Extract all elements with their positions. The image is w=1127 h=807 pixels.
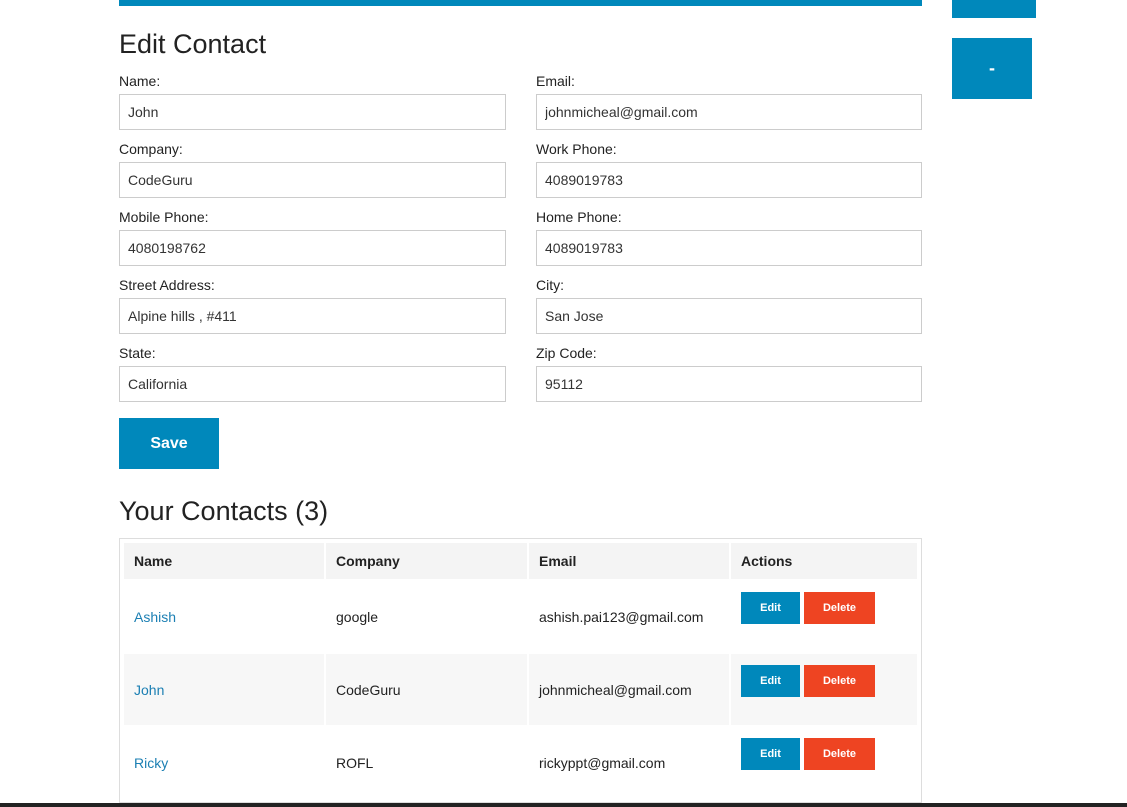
side-top-button[interactable] bbox=[952, 0, 1036, 18]
cell-name: Ashish bbox=[124, 581, 324, 652]
street-address-input[interactable] bbox=[119, 298, 506, 334]
email-label: Email: bbox=[536, 73, 575, 89]
home-phone-input[interactable] bbox=[536, 230, 922, 266]
street-address-label: Street Address: bbox=[119, 277, 215, 293]
contact-name-link[interactable]: John bbox=[134, 682, 164, 698]
table-row: John CodeGuru johnmicheal@gmail.com Edit… bbox=[124, 654, 917, 725]
cell-name: Ricky bbox=[124, 727, 324, 798]
company-field-group: Company: bbox=[119, 140, 506, 198]
cell-email: rickyppt@gmail.com bbox=[539, 754, 666, 771]
table-row: Ashish google ashish.pai123@gmail.com Ed… bbox=[124, 581, 917, 652]
home-phone-field-group: Home Phone: bbox=[536, 208, 922, 266]
company-input[interactable] bbox=[119, 162, 506, 198]
city-label: City: bbox=[536, 277, 564, 293]
contacts-table-wrapper: Name Company Email Actions Ashish google… bbox=[119, 538, 922, 803]
city-input[interactable] bbox=[536, 298, 922, 334]
email-field-group: Email: bbox=[536, 72, 922, 130]
row-actions: Edit Delete bbox=[741, 664, 907, 697]
edit-button[interactable]: Edit bbox=[741, 591, 800, 624]
city-field-group: City: bbox=[536, 276, 922, 334]
delete-button[interactable]: Delete bbox=[804, 591, 875, 624]
header-actions: Actions bbox=[731, 543, 917, 579]
contacts-title: Your Contacts (3) bbox=[119, 496, 329, 526]
row-actions: Edit Delete bbox=[741, 591, 907, 624]
header-email: Email bbox=[529, 543, 729, 579]
cell-actions: Edit Delete bbox=[731, 654, 917, 725]
cell-actions: Edit Delete bbox=[731, 727, 917, 798]
contact-name-link[interactable]: Ashish bbox=[134, 609, 176, 625]
work-phone-input[interactable] bbox=[536, 162, 922, 198]
edit-button[interactable]: Edit bbox=[741, 664, 800, 697]
cell-name: John bbox=[124, 654, 324, 725]
table-header-row: Name Company Email Actions bbox=[124, 543, 917, 579]
cell-company: ROFL bbox=[336, 754, 374, 771]
work-phone-field-group: Work Phone: bbox=[536, 140, 922, 198]
cell-actions: Edit Delete bbox=[731, 581, 917, 652]
state-label: State: bbox=[119, 345, 156, 361]
mobile-phone-field-group: Mobile Phone: bbox=[119, 208, 506, 266]
email-input[interactable] bbox=[536, 94, 922, 130]
delete-button[interactable]: Delete bbox=[804, 737, 875, 770]
edit-contact-form: Name: Email: Company: Work Phone: Mobile… bbox=[119, 72, 922, 402]
header-name: Name bbox=[124, 543, 324, 579]
state-field-group: State: bbox=[119, 344, 506, 402]
table-row: Ricky ROFL rickyppt@gmail.com Edit Delet… bbox=[124, 727, 917, 798]
edit-contact-title: Edit Contact bbox=[119, 29, 267, 59]
zip-code-input[interactable] bbox=[536, 366, 922, 402]
contacts-table: Name Company Email Actions Ashish google… bbox=[122, 541, 919, 800]
main-content: Edit Contact Name: Email: Company: Work … bbox=[119, 26, 922, 803]
cell-company: CodeGuru bbox=[326, 654, 527, 725]
home-phone-label: Home Phone: bbox=[536, 209, 622, 225]
header-company: Company bbox=[326, 543, 527, 579]
row-actions: Edit Delete bbox=[741, 737, 907, 770]
contact-name-link[interactable]: Ricky bbox=[134, 755, 168, 771]
cell-email: ashish.pai123@gmail.com bbox=[539, 608, 704, 625]
street-field-group: Street Address: bbox=[119, 276, 506, 334]
name-label: Name: bbox=[119, 73, 161, 89]
zip-field-group: Zip Code: bbox=[536, 344, 922, 402]
delete-button[interactable]: Delete bbox=[804, 664, 875, 697]
page: - Edit Contact Name: Email: Company: Wor… bbox=[0, 0, 1127, 807]
save-button[interactable]: Save bbox=[119, 418, 219, 469]
bottom-window-edge bbox=[0, 803, 1127, 807]
state-input[interactable] bbox=[119, 366, 506, 402]
mobile-phone-input[interactable] bbox=[119, 230, 506, 266]
top-accent-bar bbox=[119, 0, 922, 6]
cell-company: google bbox=[336, 608, 379, 625]
cell-email: johnmicheal@gmail.com bbox=[529, 654, 729, 725]
zip-code-label: Zip Code: bbox=[536, 345, 597, 361]
work-phone-label: Work Phone: bbox=[536, 141, 617, 157]
name-field-group: Name: bbox=[119, 72, 506, 130]
mobile-phone-label: Mobile Phone: bbox=[119, 209, 209, 225]
name-input[interactable] bbox=[119, 94, 506, 130]
company-label: Company: bbox=[119, 141, 183, 157]
side-minus-button[interactable]: - bbox=[952, 38, 1032, 99]
edit-button[interactable]: Edit bbox=[741, 737, 800, 770]
